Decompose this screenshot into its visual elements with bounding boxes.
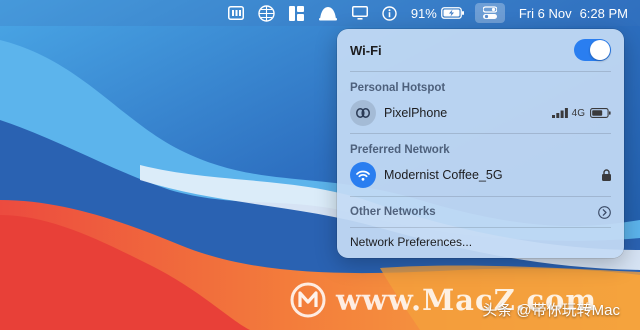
divider <box>350 133 611 134</box>
battery-percent: 91% <box>410 5 437 21</box>
watermark-caption: 头条 @带你玩转Mac <box>482 302 620 319</box>
display-icon[interactable] <box>351 3 368 23</box>
network-preferences-label: Network Preferences... <box>350 235 473 249</box>
menubar-time: 6:28 PM <box>579 5 628 21</box>
battery-status[interactable]: 91% <box>411 3 465 23</box>
lock-icon <box>602 169 611 181</box>
wifi-toggle[interactable] <box>574 39 611 61</box>
link-icon <box>350 100 376 126</box>
preferred-network-row[interactable]: Modernist Coffee_5G <box>350 162 611 188</box>
cellular-signal-icon <box>551 108 568 118</box>
hotspot-name: PixelPhone <box>384 106 448 120</box>
toggle-knob <box>590 40 610 60</box>
macz-logo-icon <box>290 282 326 318</box>
wifi-title: Wi-Fi <box>350 42 382 58</box>
wifi-menu-panel: Wi-Fi Personal Hotspot PixelPhone 4G Pre… <box>337 29 624 258</box>
other-networks-row[interactable]: Other Networks <box>350 203 611 221</box>
globe-app-icon[interactable] <box>258 3 275 23</box>
preferred-network-heading: Preferred Network <box>350 144 450 156</box>
calendar-app-icon[interactable] <box>227 3 244 23</box>
hotspot-heading-row: Personal Hotspot <box>350 80 611 96</box>
personal-hotspot-heading: Personal Hotspot <box>350 82 446 94</box>
battery-charging-icon <box>440 7 464 19</box>
control-center-icon[interactable] <box>474 3 505 23</box>
network-type: 4G <box>571 107 585 119</box>
menubar-date: Fri 6 Nov <box>518 5 572 21</box>
network-preferences-row[interactable]: Network Preferences... <box>350 233 611 251</box>
other-networks-chevron <box>598 205 611 219</box>
hotspot-status: 4G <box>551 107 611 119</box>
other-networks-label: Other Networks <box>350 206 436 218</box>
layout-app-icon[interactable] <box>288 3 304 23</box>
battery-icon <box>590 108 611 118</box>
preferred-status <box>602 169 611 181</box>
preferred-network-name: Modernist Coffee_5G <box>384 168 503 182</box>
divider <box>350 227 611 228</box>
hotspot-network-row[interactable]: PixelPhone 4G <box>350 100 611 126</box>
wifi-icon <box>350 162 376 188</box>
clock[interactable]: Fri 6 Nov 6:28 PM <box>519 3 628 23</box>
bell-app-icon[interactable] <box>318 3 338 23</box>
divider <box>350 196 611 197</box>
info-icon[interactable] <box>382 3 397 23</box>
chevron-right-circle-icon[interactable] <box>598 205 611 219</box>
preferred-heading-row: Preferred Network <box>350 142 611 158</box>
wifi-header: Wi-Fi <box>350 38 611 62</box>
menu-bar: 91% Fri 6 Nov 6:28 PM <box>0 0 640 26</box>
divider <box>350 71 611 72</box>
